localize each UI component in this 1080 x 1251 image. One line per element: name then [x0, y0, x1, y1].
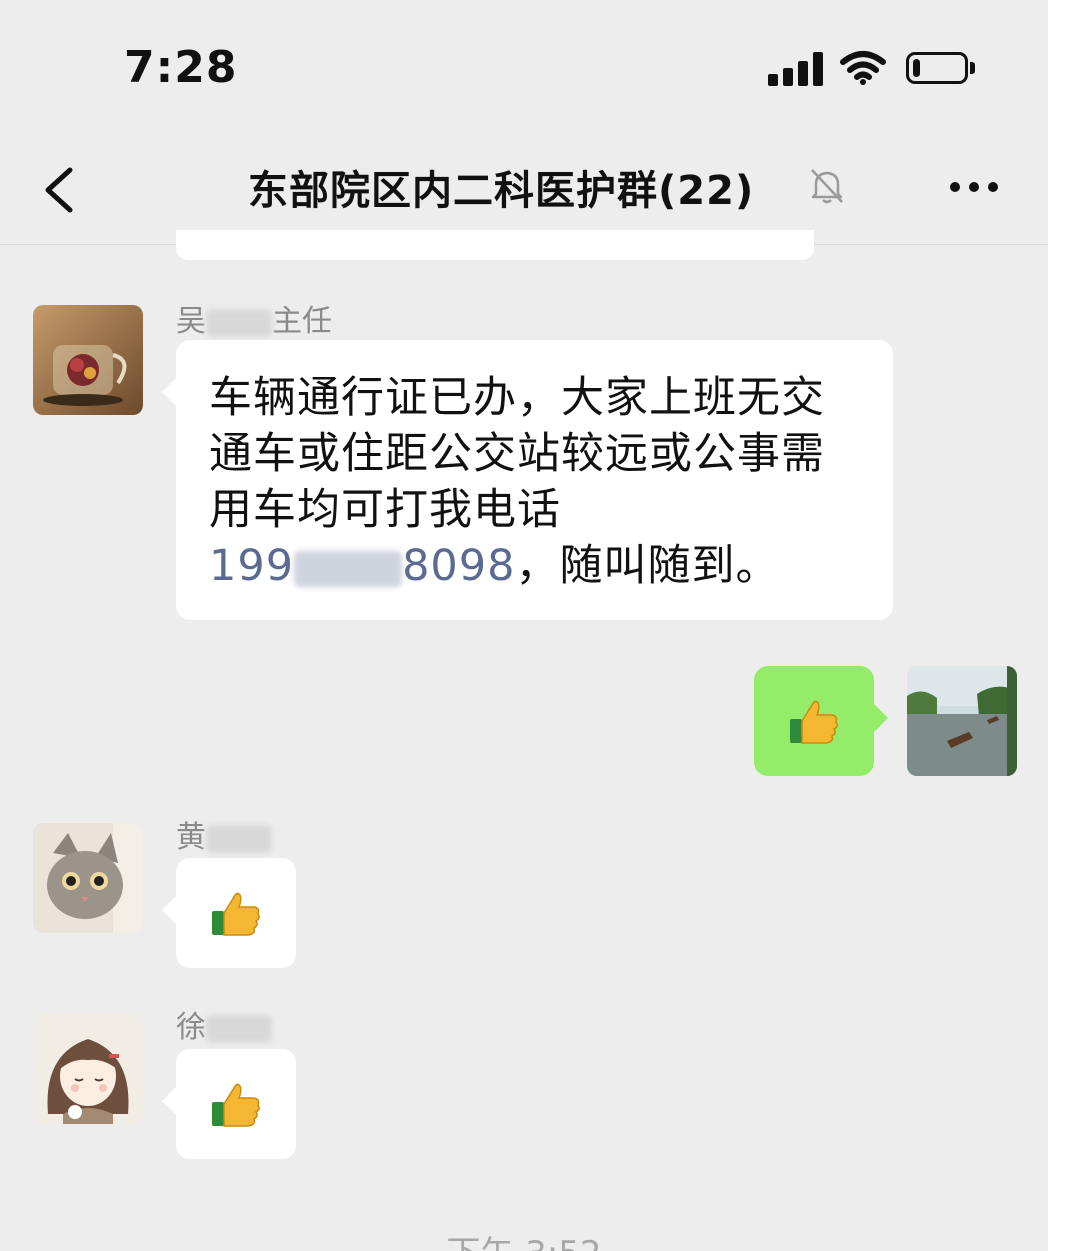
sender-name: 徐: [176, 1002, 272, 1046]
message-text-line: 199 8098，随叫随到。: [209, 538, 873, 594]
phone-number-link[interactable]: 199 8098: [209, 541, 516, 591]
cellular-signal-icon: [768, 52, 824, 86]
thumbs-up-emoji-icon: [790, 700, 838, 744]
wifi-icon: [840, 51, 886, 85]
blurred-phone-digits: [294, 550, 403, 587]
battery-level: [913, 59, 920, 77]
blurred-name: [206, 824, 272, 853]
message-bubble[interactable]: [162, 1049, 296, 1159]
chat-screen: 7:28 东部院区内二科医护群(22) 吴 主任 车辆通行证已办，大家上班无交 …: [0, 0, 1048, 1251]
battery-icon: [906, 52, 968, 84]
avatar-tea[interactable]: [33, 305, 143, 415]
mute-bell-icon: [811, 169, 843, 204]
message-text: 车辆通行证已办，大家上班无交 通车或住距公交站较远或公事需 用车均可打我电话 1…: [209, 370, 873, 594]
sender-name-prefix: 黄: [176, 820, 206, 855]
phone-suffix: 8098: [402, 541, 516, 591]
sender-name: 吴 主任: [176, 296, 332, 340]
message-text-line: 用车均可打我电话: [209, 485, 561, 535]
message-text-line: 通车或住距公交站较远或公事需: [209, 429, 825, 479]
message-text-line: 车辆通行证已办，大家上班无交: [209, 373, 825, 423]
blurred-name: [206, 308, 272, 337]
avatar-cat[interactable]: [33, 823, 143, 933]
avatar-cartoon-girl[interactable]: [33, 1014, 143, 1124]
message-text-tail: ，随叫随到。: [515, 541, 780, 591]
message-timestamp: 下午 3:52: [0, 1226, 1048, 1251]
thumbs-up-emoji-icon: [212, 1083, 260, 1127]
battery-cap: [970, 62, 975, 74]
my-avatar[interactable]: [907, 666, 1017, 776]
sender-name-prefix: 徐: [176, 1010, 206, 1045]
sender-name-prefix: 吴: [176, 304, 206, 339]
status-bar: 7:28: [0, 0, 1048, 140]
sender-name: 黄: [176, 812, 272, 856]
status-time: 7:28: [124, 42, 238, 93]
message-bubble[interactable]: 车辆通行证已办，大家上班无交 通车或住距公交站较远或公事需 用车均可打我电话 1…: [162, 340, 893, 620]
message-bubble[interactable]: [162, 858, 296, 968]
my-message-bubble[interactable]: [754, 666, 888, 776]
more-options-button[interactable]: [944, 176, 1004, 196]
sender-name-suffix: 主任: [272, 304, 332, 339]
back-icon[interactable]: [36, 160, 86, 220]
phone-prefix: 199: [209, 541, 295, 591]
chat-title: 东部院区内二科医护群(22): [248, 168, 755, 214]
previous-message-bubble[interactable]: [176, 230, 814, 260]
blurred-name: [206, 1014, 272, 1043]
thumbs-up-emoji-icon: [212, 892, 260, 936]
